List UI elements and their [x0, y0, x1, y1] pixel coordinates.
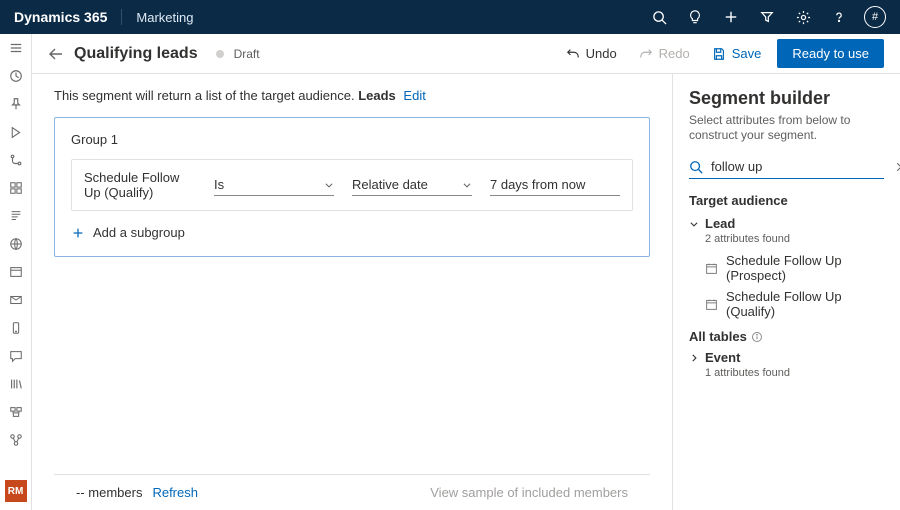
mode-value: Relative date	[352, 177, 428, 192]
redo-label: Redo	[659, 46, 690, 61]
brand: Dynamics 365	[14, 9, 107, 25]
save-button[interactable]: Save	[706, 42, 768, 65]
group-label: Group 1	[71, 132, 633, 147]
segment-builder-panel: Segment builder Select attributes from b…	[672, 74, 900, 510]
search-icon[interactable]	[648, 6, 670, 28]
mode-select[interactable]: Relative date	[352, 174, 472, 196]
calendar-icon	[705, 262, 718, 275]
lightbulb-icon[interactable]	[684, 6, 706, 28]
tree-lead-count: 2 attributes found	[705, 233, 884, 245]
condition-group[interactable]: Group 1 Schedule Follow Up (Qualify) Is …	[54, 117, 650, 257]
panel-title: Segment builder	[689, 88, 884, 109]
global-topbar: Dynamics 365 Marketing #	[0, 0, 900, 34]
add-subgroup-button[interactable]: Add a subgroup	[71, 225, 633, 240]
edit-audience-link[interactable]: Edit	[403, 88, 425, 103]
calendar-icon	[705, 298, 718, 311]
save-label: Save	[732, 46, 762, 61]
value-text: 7 days from now	[490, 177, 585, 192]
chat-icon[interactable]	[8, 348, 24, 364]
window-icon[interactable]	[8, 264, 24, 280]
mail-icon[interactable]	[8, 292, 24, 308]
status-text: Draft	[234, 47, 260, 61]
audience-name: Leads	[358, 88, 396, 103]
segment-icon[interactable]	[8, 180, 24, 196]
flow-icon[interactable]	[8, 432, 24, 448]
panel-hint: Select attributes from below to construc…	[689, 113, 884, 143]
nav-rail: RM	[0, 34, 32, 510]
search-icon	[689, 160, 703, 174]
form-icon[interactable]	[8, 208, 24, 224]
members-footer: -- members Refresh View sample of includ…	[54, 474, 650, 510]
segment-description: This segment will return a list of the t…	[54, 88, 650, 103]
gear-icon[interactable]	[792, 6, 814, 28]
operator-select[interactable]: Is	[214, 174, 334, 196]
pin-icon[interactable]	[8, 96, 24, 112]
clear-search-icon[interactable]	[895, 161, 900, 173]
journey-icon[interactable]	[8, 152, 24, 168]
plus-icon	[71, 226, 85, 240]
attribute-label: Schedule Follow Up (Qualify)	[726, 289, 884, 319]
user-chip[interactable]: RM	[5, 480, 27, 502]
info-icon[interactable]	[751, 331, 763, 343]
data-icon[interactable]	[8, 404, 24, 420]
chevron-right-icon	[689, 353, 699, 363]
members-count: -- members	[76, 485, 142, 500]
attribute-search[interactable]	[689, 155, 884, 179]
search-input[interactable]	[709, 158, 889, 175]
main-canvas: This segment will return a list of the t…	[32, 74, 672, 510]
back-button[interactable]	[48, 46, 64, 62]
chevron-down-icon	[689, 219, 699, 229]
condition-row: Schedule Follow Up (Qualify) Is Relative…	[71, 159, 633, 211]
globe-icon[interactable]	[8, 236, 24, 252]
sms-icon[interactable]	[8, 320, 24, 336]
user-avatar[interactable]: #	[864, 6, 886, 28]
tree-lead[interactable]: Lead	[689, 216, 884, 231]
ready-to-use-button[interactable]: Ready to use	[777, 39, 884, 68]
tree-event-label: Event	[705, 350, 740, 365]
play-icon[interactable]	[8, 124, 24, 140]
filter-icon[interactable]	[756, 6, 778, 28]
help-icon[interactable]	[828, 6, 850, 28]
all-tables-label: All tables	[689, 329, 747, 344]
topbar-divider	[121, 9, 122, 25]
menu-icon[interactable]	[8, 40, 24, 56]
attribute-name[interactable]: Schedule Follow Up (Qualify)	[84, 170, 196, 200]
attribute-item[interactable]: Schedule Follow Up (Qualify)	[705, 289, 884, 319]
attribute-label: Schedule Follow Up (Prospect)	[726, 253, 884, 283]
undo-label: Undo	[586, 46, 617, 61]
add-icon[interactable]	[720, 6, 742, 28]
all-tables-heading: All tables	[689, 329, 884, 344]
status-dot	[216, 50, 224, 58]
add-subgroup-label: Add a subgroup	[93, 225, 185, 240]
tree-event-count: 1 attributes found	[705, 367, 884, 379]
chevron-down-icon	[462, 180, 472, 190]
tree-event[interactable]: Event	[689, 350, 884, 365]
refresh-link[interactable]: Refresh	[152, 485, 198, 500]
redo-button[interactable]: Redo	[633, 42, 696, 65]
value-input[interactable]: 7 days from now	[490, 174, 620, 196]
tree-lead-label: Lead	[705, 216, 735, 231]
operator-value: Is	[214, 177, 224, 192]
view-sample-link[interactable]: View sample of included members	[430, 485, 628, 500]
description-text: This segment will return a list of the t…	[54, 88, 355, 103]
attribute-item[interactable]: Schedule Follow Up (Prospect)	[705, 253, 884, 283]
undo-button[interactable]: Undo	[560, 42, 623, 65]
page-header: Qualifying leads Draft Undo Redo Save Re…	[32, 34, 900, 74]
module-name[interactable]: Marketing	[136, 10, 193, 25]
page-title: Qualifying leads	[74, 45, 198, 63]
target-audience-heading: Target audience	[689, 193, 884, 208]
library-icon[interactable]	[8, 376, 24, 392]
chevron-down-icon	[324, 180, 334, 190]
recent-icon[interactable]	[8, 68, 24, 84]
